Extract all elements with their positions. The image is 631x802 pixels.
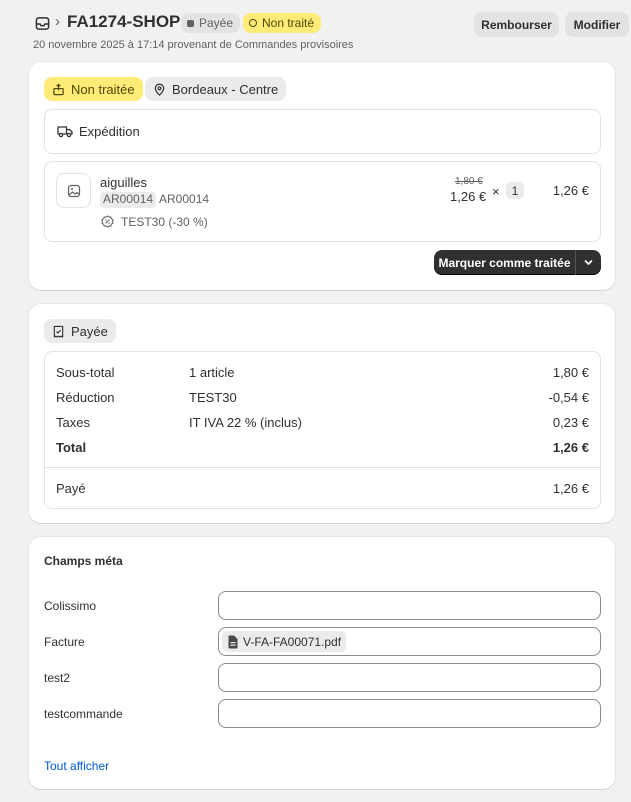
colissimo-field[interactable] xyxy=(218,591,601,620)
row-amount: -0,54 € xyxy=(548,390,589,405)
refund-button[interactable]: Rembourser xyxy=(474,12,559,37)
shipping-method-label: Expédition xyxy=(79,124,140,139)
row-label: Réduction xyxy=(56,390,115,405)
fulfillment-status-badge: Non traité xyxy=(243,13,322,33)
metafield-label: test2 xyxy=(44,671,71,685)
file-name: V-FA-FA00071.pdf xyxy=(243,634,342,649)
payment-card: Payée Sous-total 1 article 1,80 € Réduct… xyxy=(29,304,615,523)
paid-status-label: Payée xyxy=(71,323,108,339)
total-row: Total 1,26 € xyxy=(56,440,589,460)
discount-icon xyxy=(101,215,114,228)
row-amount: 1,26 € xyxy=(552,440,589,455)
testcommande-field[interactable] xyxy=(218,699,601,728)
metafield-label: testcommande xyxy=(44,707,123,721)
mark-fulfilled-button-group: Marquer comme traitée xyxy=(434,250,601,275)
line-item: aiguilles AR00014 AR00014 TEST30 (-30 %)… xyxy=(44,161,601,242)
metafields-title: Champs méta xyxy=(44,554,123,568)
discount-code: TEST30 (-30 %) xyxy=(121,215,208,229)
paid-dot-icon xyxy=(187,19,194,27)
payment-summary: Sous-total 1 article 1,80 € Réduction TE… xyxy=(44,351,601,509)
file-icon xyxy=(228,635,238,648)
location-pin-icon xyxy=(154,83,165,96)
metafields-card: Champs méta Colissimo Facture V-FA-FA000… xyxy=(29,537,615,789)
line-total: 1,26 € xyxy=(552,183,589,198)
row-detail: TEST30 xyxy=(189,390,237,405)
row-amount: 1,80 € xyxy=(552,365,589,380)
show-all-link[interactable]: Tout afficher xyxy=(44,759,109,773)
row-label: Taxes xyxy=(56,415,90,430)
subtotal-row: Sous-total 1 article 1,80 € xyxy=(56,365,589,385)
paid-amount: 1,26 € xyxy=(552,481,589,496)
divider xyxy=(45,467,600,468)
unfulfilled-status-pill: Non traitée xyxy=(44,77,143,101)
row-label: Total xyxy=(56,440,87,455)
mark-fulfilled-button[interactable]: Marquer comme traitée xyxy=(434,250,576,275)
row-label: Sous-total xyxy=(56,365,115,380)
file-chip[interactable]: V-FA-FA00071.pdf xyxy=(222,631,347,652)
test2-field[interactable] xyxy=(218,663,601,692)
row-detail: IT IVA 22 % (inclus) xyxy=(189,415,302,430)
truck-icon xyxy=(57,126,73,138)
paid-status-pill: Payée xyxy=(44,319,116,343)
taxes-row[interactable]: Taxes IT IVA 22 % (inclus) 0,23 € xyxy=(56,415,589,435)
unfulfilled-circle-icon xyxy=(249,19,257,27)
paid-label: Payé xyxy=(56,481,86,496)
chevron-down-icon xyxy=(584,260,593,265)
unit-price: 1,26 € xyxy=(450,189,487,204)
invoice-field[interactable]: V-FA-FA00071.pdf xyxy=(218,627,601,656)
location-pill[interactable]: Bordeaux - Centre xyxy=(145,77,287,101)
times-sign: × xyxy=(492,184,500,199)
product-thumbnail[interactable] xyxy=(56,173,91,208)
metafield-label: Facture xyxy=(44,635,85,649)
payment-status-label: Payée xyxy=(199,16,234,30)
discount-row: Réduction TEST30 -0,54 € xyxy=(56,390,589,410)
row-detail: 1 article xyxy=(189,365,235,380)
row-amount: 0,23 € xyxy=(552,415,589,430)
fulfillment-status-label: Non traité xyxy=(262,16,315,30)
page-title: FA1274-SHOP xyxy=(67,12,181,31)
unfulfilled-box-icon xyxy=(53,83,64,95)
page-header: › FA1274-SHOP Payée Non traité 20 novemb… xyxy=(0,0,631,60)
original-price: 1,80 € xyxy=(455,176,483,187)
paid-row: Payé 1,26 € xyxy=(56,481,589,501)
fulfillment-card: Non traitée Bordeaux - Centre Expédition… xyxy=(29,62,615,290)
order-icon xyxy=(35,17,50,30)
payment-status-badge: Payée xyxy=(181,13,241,33)
mark-fulfilled-menu-button[interactable] xyxy=(576,250,601,275)
order-subtitle: 20 novembre 2025 à 17:14 provenant de Co… xyxy=(33,39,354,51)
edit-button[interactable]: Modifier xyxy=(565,12,629,37)
quantity-badge: 1 xyxy=(506,182,524,199)
image-placeholder-icon xyxy=(67,184,80,197)
breadcrumb-separator: › xyxy=(55,13,60,30)
unfulfilled-status-label: Non traitée xyxy=(71,81,135,97)
receipt-check-icon xyxy=(53,325,64,338)
sku-tag: AR00014 xyxy=(100,192,157,208)
shipping-method-box: Expédition xyxy=(44,109,601,154)
location-label: Bordeaux - Centre xyxy=(172,81,279,97)
metafield-label: Colissimo xyxy=(44,599,97,613)
sku-text: AR00014 xyxy=(159,192,210,206)
product-name[interactable]: aiguilles xyxy=(100,175,147,190)
